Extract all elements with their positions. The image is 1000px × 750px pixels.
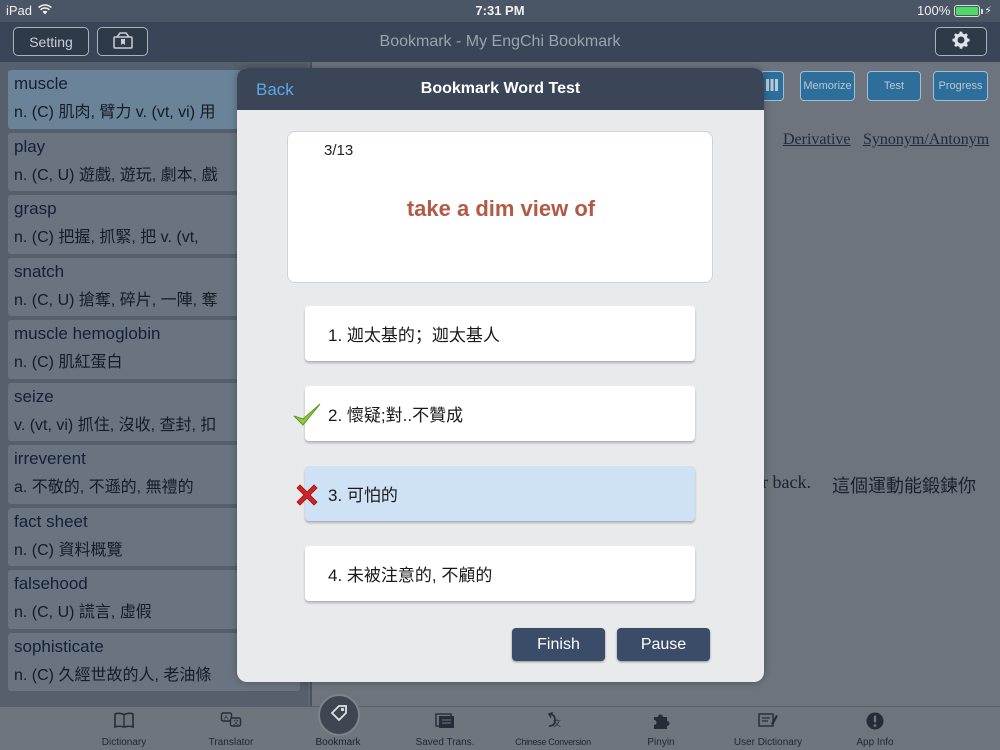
book-icon [113,711,135,731]
status-right: 100% ⚡ [917,3,992,18]
bookmark-tab-bubble[interactable] [318,694,360,736]
tab-saved-trans[interactable]: Saved Trans. [390,707,500,750]
finish-button[interactable]: Finish [512,628,605,661]
tag-icon [328,702,350,729]
gear-button[interactable] [935,27,987,56]
question-progress: 3/13 [324,142,354,159]
answer-option-3[interactable]: 3. 可怕的 [305,466,695,521]
page-title: Bookmark - My EngChi Bookmark [379,33,621,50]
translate-icon: A文 [220,711,242,731]
status-bar: iPad 7:31 PM 100% ⚡ [0,0,1000,22]
derivative-link[interactable]: Derivative [783,131,851,149]
word-test-dialog: Back Bookmark Word Test 3/13 take a dim … [237,68,764,682]
question-word: take a dim view of [406,196,596,221]
tab-user-dictionary[interactable]: User Dictionary [713,707,823,750]
synonym-antonym-link[interactable]: Synonym/Antonym [863,131,989,149]
svg-text:文: 文 [233,719,239,727]
charging-icon: ⚡ [984,5,992,17]
nav-bar: Setting Bookmark - My EngChi Bookmark [0,22,1000,62]
test-button[interactable]: Test [867,71,921,101]
answer-option-1[interactable]: 1. 迦太基的；迦太基人 [305,306,695,361]
pause-button[interactable]: Pause [617,628,710,661]
tab-dictionary[interactable]: Dictionary [69,707,179,750]
dialog-header: Back Bookmark Word Test [237,68,764,110]
tab-label: Bookmark [315,737,361,748]
conversion-icon: 文 [542,711,564,731]
answer-option-2[interactable]: 2. 懷疑;對..不贊成 [305,386,695,441]
tab-app-info[interactable]: App Info [820,707,930,750]
cross-icon [291,479,323,511]
tab-translator[interactable]: A文 Translator [176,707,286,750]
answer-option-4[interactable]: 4. 未被注意的, 不顧的 [305,546,695,601]
tab-label: Saved Trans. [415,737,475,748]
columns-icon [765,78,779,95]
svg-text:文: 文 [553,718,561,728]
tab-label: User Dictionary [733,737,803,748]
dialog-title: Bookmark Word Test [420,80,581,97]
question-card: 3/13 take a dim view of [287,131,713,283]
tab-label: App Info [856,737,894,748]
tab-label: Pinyin [647,737,675,748]
puzzle-icon [650,711,672,731]
tab-label: Dictionary [101,737,147,748]
battery-percent: 100% [917,3,951,18]
memorize-button[interactable]: Memorize [800,71,855,101]
user-dict-icon [757,711,779,731]
tab-label: Translator [208,737,254,748]
progress-button[interactable]: Progress [933,71,988,101]
check-icon [291,399,323,431]
status-time: 7:31 PM [475,3,525,18]
gear-icon [950,29,972,54]
svg-text:A: A [224,716,228,722]
example-sentence-zh: 這個運動能鍛鍊你 [832,476,976,496]
example-sentence-en: r back. [762,472,811,492]
tab-pinyin[interactable]: Pinyin [606,707,716,750]
battery-icon [954,4,984,17]
saved-icon [434,711,456,731]
tab-bar: Dictionary A文 Translator Bookmark Saved … [0,706,1000,750]
tab-label: Chinese Conversion [515,737,591,747]
tab-chinese-conversion[interactable]: 文 Chinese Conversion [498,707,608,750]
info-icon [864,711,886,731]
